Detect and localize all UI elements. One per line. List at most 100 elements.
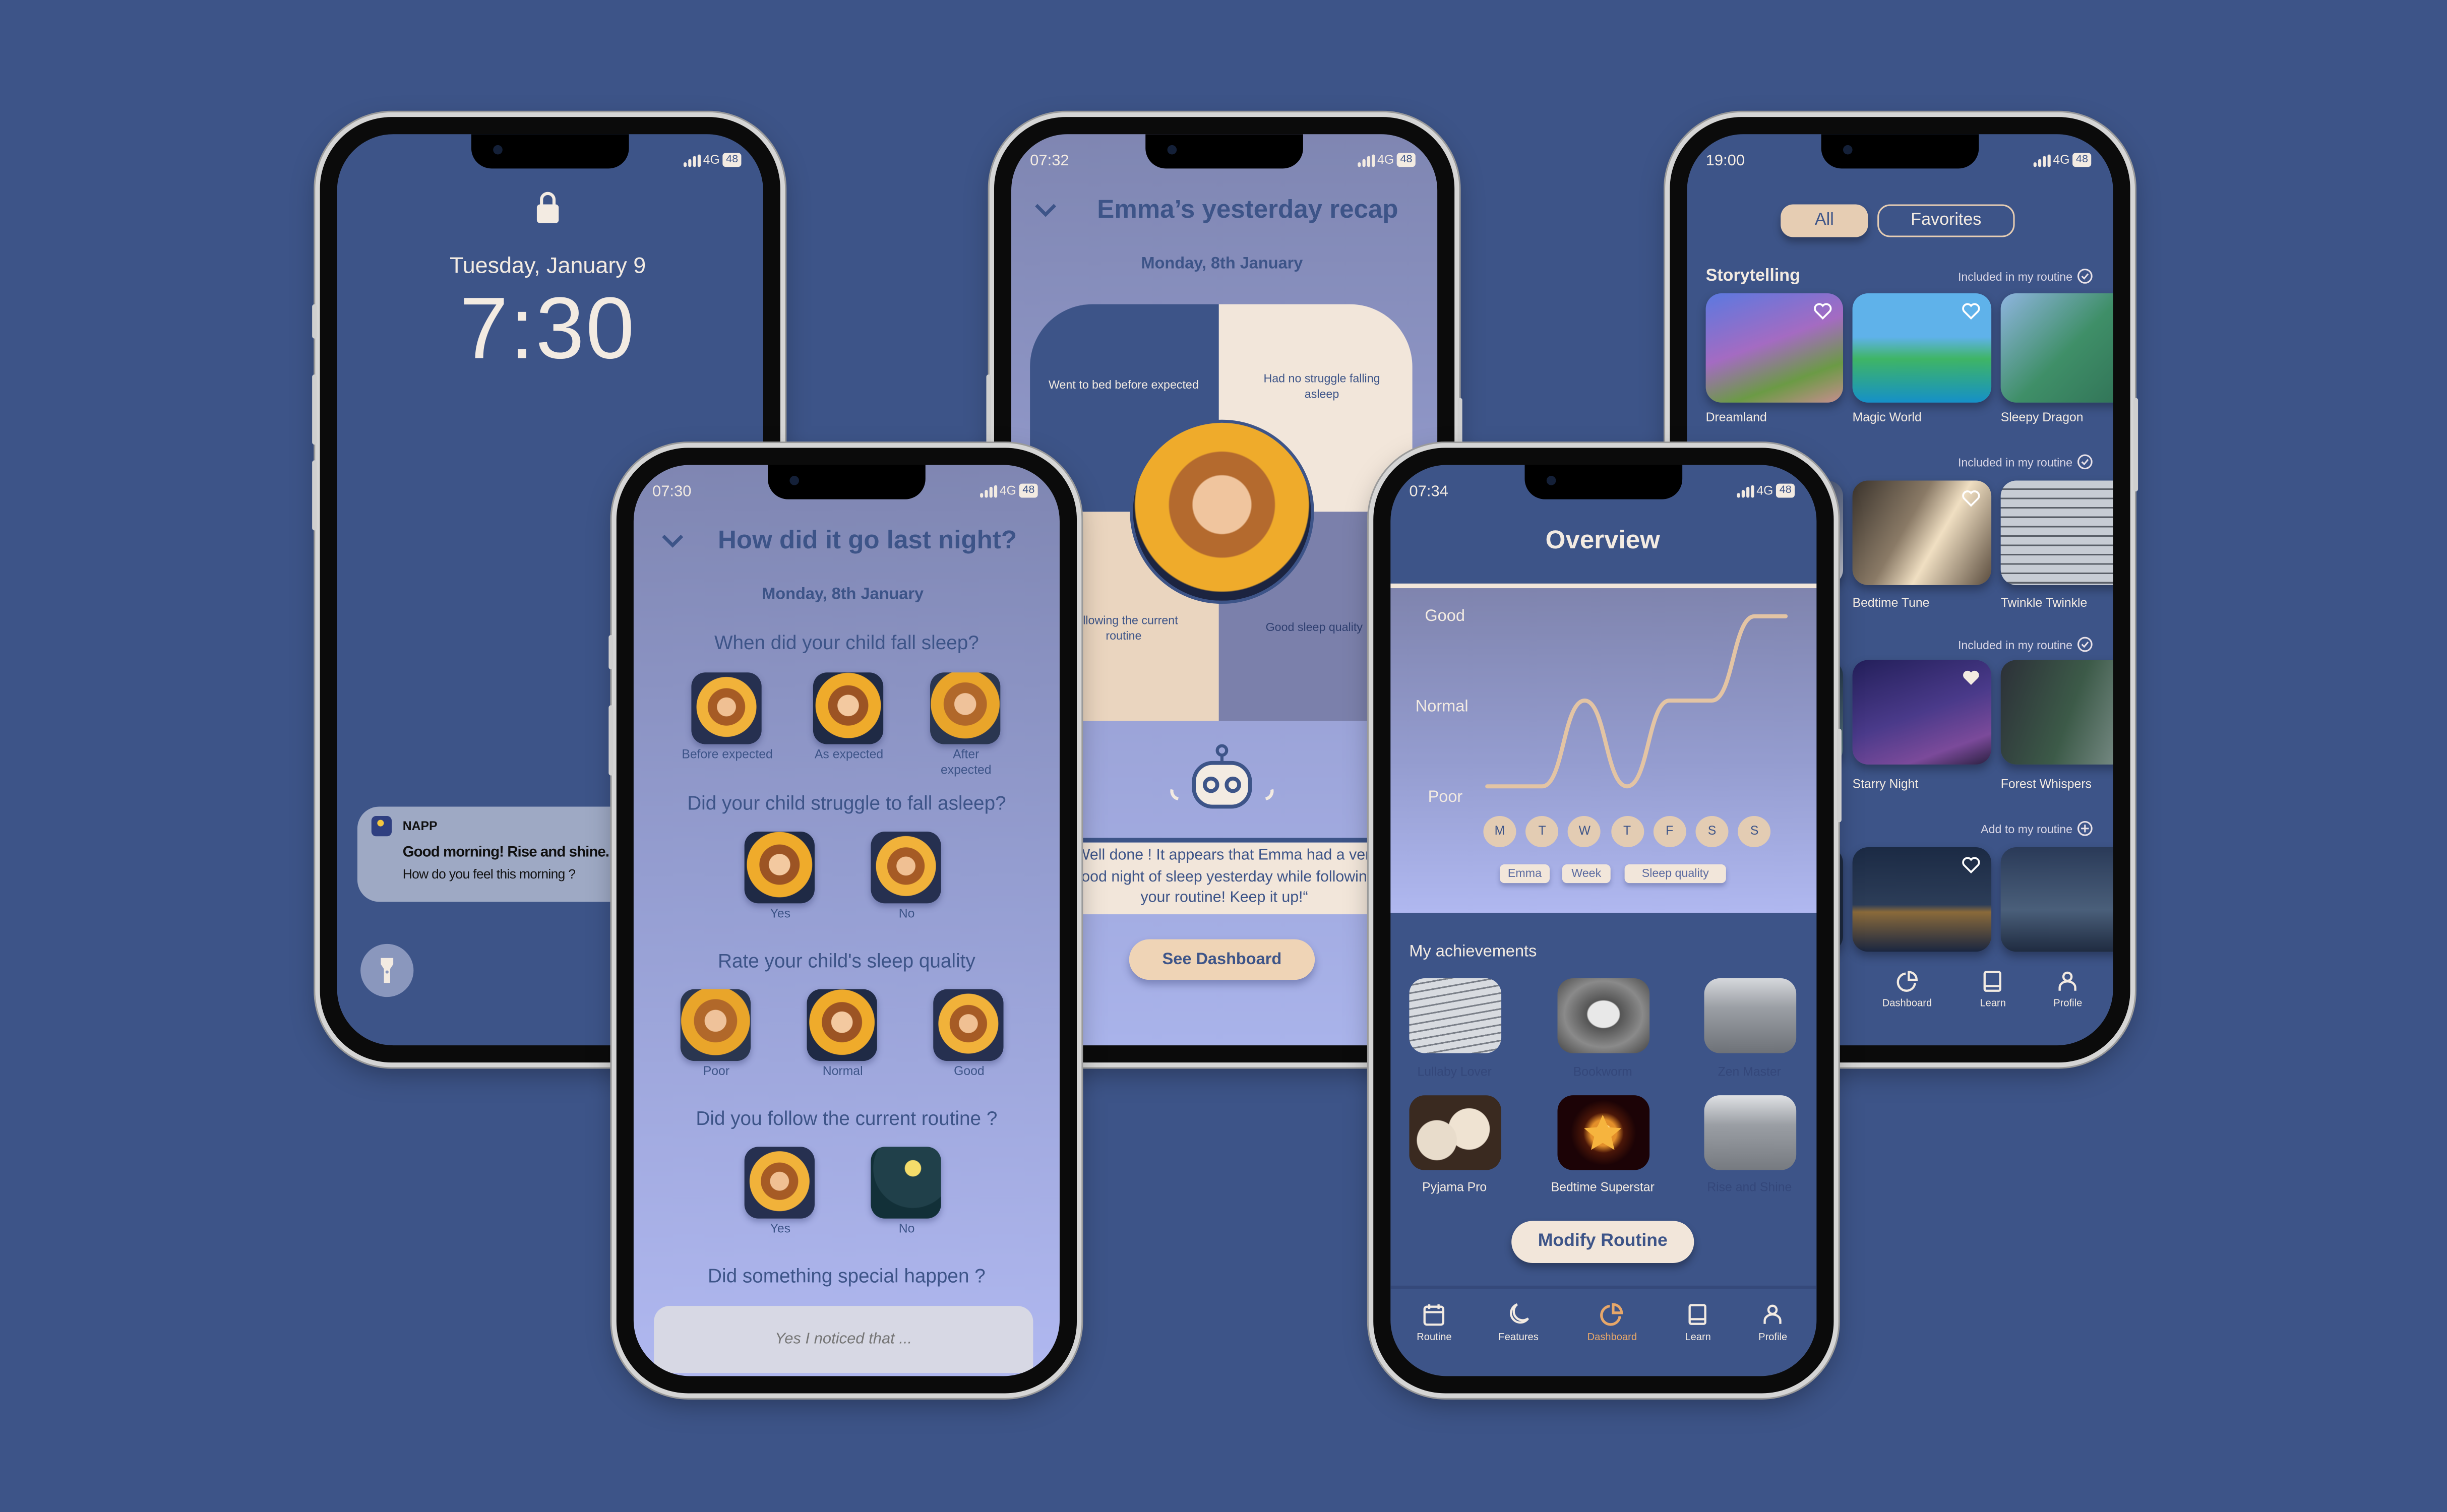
achievement-zen-master[interactable]	[1704, 978, 1797, 1053]
mockup-canvas: 4G 48 Tuesday, January 9 7:30 NAPP Good …	[0, 0, 2447, 1512]
filter-period[interactable]: Week	[1562, 864, 1611, 884]
chevron-down-icon[interactable]	[1034, 204, 1057, 218]
card-starry-night[interactable]	[1852, 660, 1992, 765]
star-icon	[1584, 1114, 1622, 1150]
nav-label: Learn	[1685, 1332, 1711, 1344]
nav-label: Dashboard	[1882, 998, 1932, 1010]
card-night-boat[interactable]	[2000, 847, 2113, 952]
option-label: Normal	[822, 1064, 863, 1079]
option-no[interactable]	[871, 1147, 941, 1219]
routine-status[interactable]: Add to my routine	[1981, 821, 2093, 836]
heart-outline-icon[interactable]	[1962, 857, 1980, 874]
routine-status[interactable]: Included in my routine	[1958, 454, 2093, 470]
routine-status[interactable]: Included in my routine	[1958, 268, 2093, 284]
card-label: Sleepy Dragon	[2000, 410, 2084, 425]
day-label[interactable]: T	[1611, 816, 1644, 847]
card-forest-whispers[interactable]	[2000, 660, 2113, 765]
option-label: Good	[954, 1064, 985, 1079]
signal-icon	[683, 153, 700, 166]
day-label[interactable]: S	[1738, 816, 1771, 847]
achievement-bedtime-superstar[interactable]	[1557, 1095, 1650, 1170]
achievements-title: My achievements	[1409, 942, 1537, 961]
tab-all[interactable]: All	[1781, 204, 1868, 237]
tab-favorites[interactable]: Favorites	[1877, 204, 2015, 237]
status-time: 07:32	[1030, 153, 1069, 170]
robot-icon	[1170, 744, 1274, 809]
lock-icon	[536, 192, 559, 223]
modify-routine-button[interactable]: Modify Routine	[1511, 1221, 1694, 1263]
chevron-down-icon[interactable]	[662, 534, 684, 548]
card-magic-world[interactable]	[1852, 293, 1992, 403]
special-event-input[interactable]	[654, 1306, 1033, 1373]
flashlight-button[interactable]	[360, 943, 414, 997]
nav-label: Features	[1498, 1332, 1539, 1344]
nav-learn[interactable]: Learn	[1685, 1303, 1711, 1344]
section-title-storytelling: Storytelling	[1705, 267, 1800, 286]
card-sea-night[interactable]	[1852, 847, 1992, 952]
card-sleepy-dragon[interactable]	[2000, 293, 2113, 403]
network-label: 4G	[999, 483, 1016, 498]
day-label[interactable]: F	[1653, 816, 1686, 847]
heart-outline-icon[interactable]	[1962, 490, 1980, 507]
option-label: Yes	[770, 1221, 791, 1236]
nav-profile[interactable]: Profile	[2053, 971, 2082, 1010]
card-label: Bedtime Tune	[1852, 596, 1930, 610]
routine-status[interactable]: Included in my routine	[1958, 637, 2093, 652]
page-date: Monday, 8th January	[1141, 254, 1303, 273]
day-label[interactable]: S	[1695, 816, 1729, 847]
nav-dashboard[interactable]: Dashboard	[1882, 971, 1932, 1010]
overview-screen: 07:34 4G 48 Overview Good Normal Poor MT…	[1390, 465, 1817, 1376]
battery-icon: 48	[1019, 483, 1038, 498]
option-no[interactable]	[871, 832, 941, 904]
card-dreamland[interactable]	[1705, 293, 1844, 403]
network-label: 4G	[703, 153, 720, 167]
card-label: Forest Whispers	[2000, 777, 2092, 791]
option-as-expected[interactable]	[813, 672, 884, 744]
network-label: 4G	[2053, 153, 2070, 167]
achievement-pyjama-pro[interactable]	[1409, 1095, 1502, 1170]
option-label: After expected	[940, 747, 992, 777]
lock-time: 7:30	[459, 278, 636, 377]
day-label[interactable]: W	[1568, 816, 1601, 847]
notification-body: How do you feel this morning ?	[402, 866, 576, 882]
day-label[interactable]: M	[1483, 816, 1516, 847]
option-label: Yes	[770, 906, 791, 921]
option-poor[interactable]	[680, 989, 751, 1061]
achievement-lullaby-lover[interactable]	[1409, 978, 1502, 1053]
nav-learn[interactable]: Learn	[1980, 971, 2006, 1010]
option-label: No	[898, 1221, 915, 1236]
user-icon	[2059, 971, 2077, 991]
routine-status-label: Included in my routine	[1957, 455, 2073, 469]
day-label[interactable]: T	[1525, 816, 1559, 847]
achievement-rise-and-shine[interactable]	[1704, 1095, 1797, 1170]
network-label: 4G	[1756, 483, 1773, 498]
option-yes[interactable]	[744, 832, 815, 904]
question-struggle: Did your child struggle to fall asleep?	[687, 792, 1006, 814]
heart-outline-icon[interactable]	[1962, 303, 1980, 320]
option-yes[interactable]	[744, 1147, 815, 1219]
status-time: 07:34	[1409, 483, 1448, 501]
achievement-label: Bookworm	[1573, 1064, 1632, 1079]
nav-features[interactable]: Features	[1498, 1303, 1539, 1344]
nav-routine[interactable]: Routine	[1417, 1303, 1452, 1343]
achievement-bookworm[interactable]	[1557, 978, 1650, 1053]
status-time: 19:00	[1705, 153, 1745, 170]
nav-profile[interactable]: Profile	[1758, 1303, 1787, 1343]
see-dashboard-button[interactable]: See Dashboard	[1129, 939, 1315, 980]
card-label: Dreamland	[1705, 410, 1767, 425]
option-after-expected[interactable]	[930, 672, 1001, 744]
question-fall-asleep: When did your child fall sleep?	[714, 632, 979, 654]
signal-icon	[1736, 484, 1754, 497]
option-before-expected[interactable]	[691, 672, 762, 744]
nav-dashboard[interactable]: Dashboard	[1587, 1303, 1637, 1343]
option-good[interactable]	[933, 989, 1004, 1061]
heart-filled-icon[interactable]	[1962, 669, 1980, 686]
heart-outline-icon[interactable]	[1813, 303, 1832, 320]
card-twinkle-twinkle[interactable]	[2000, 480, 2113, 585]
option-normal[interactable]	[807, 989, 877, 1061]
check-circle-icon	[2077, 269, 2093, 284]
filter-child[interactable]: Emma	[1499, 864, 1550, 884]
card-bedtime-tune[interactable]	[1852, 480, 1992, 585]
filter-metric[interactable]: Sleep quality	[1624, 864, 1726, 884]
page-title: Overview	[1545, 526, 1660, 555]
